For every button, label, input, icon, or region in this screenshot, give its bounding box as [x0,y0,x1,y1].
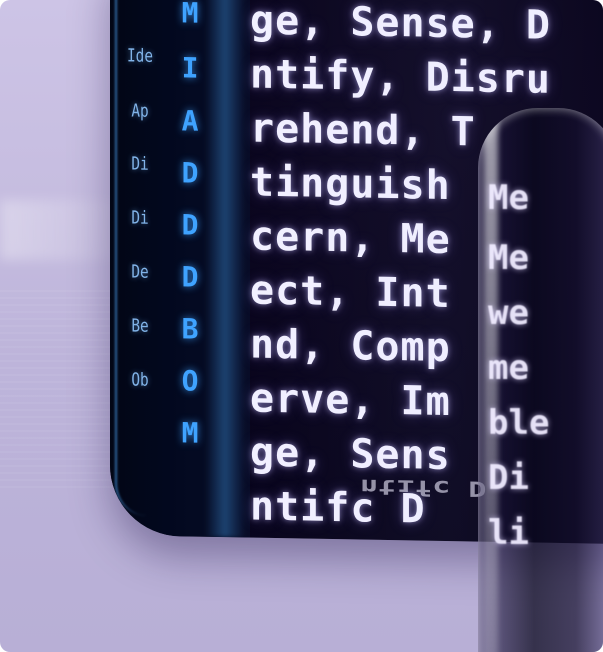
tiny-label: Ob [131,369,149,391]
code-line: ntifc D [250,483,426,533]
code-line: tinguish [250,159,451,210]
code-line: nd, Comp [250,321,451,372]
blue-letter-column: M I A D D D B O M [170,0,210,537]
column-letter: D [181,260,199,294]
code-line: cern, Me [250,213,451,264]
panel-edge-glow [115,0,147,516]
column-letter: M [181,0,199,30]
panel-ridge [205,0,245,538]
code-line: ect, Int [250,267,451,318]
rod-text: we [488,293,529,333]
column-letter: D [181,208,199,242]
tiny-label: Di [131,207,149,229]
rod-text: li [488,513,529,553]
rod-text: Di [488,458,529,498]
glass-rod: Me Me we me ble Di li [478,108,603,652]
tiny-label: Ap [131,100,149,122]
column-letter: I [181,51,199,85]
column-letter: A [181,104,199,138]
rod-text: me [488,348,529,388]
code-line: rehend, T [250,105,476,156]
tiny-label: Ide [126,45,153,67]
column-letter: O [181,364,199,398]
image-frame: Ide Ap Di Di De Be Ob M I A D D D B O M … [0,0,603,652]
code-line: ge, Sense, D [250,0,551,49]
tiny-text-column: Ide Ap Di Di De Be Ob [120,0,160,536]
column-letter: B [181,312,199,346]
tiny-label: Di [131,153,149,175]
code-line: ntify, Disru [250,51,551,103]
column-letter: M [181,416,199,450]
tiny-label: Be [131,315,149,337]
code-line: ge, Sens [250,429,451,480]
panel-left-column: Ide Ap Di Di De Be Ob M I A D D D B O M [110,0,250,538]
rod-text: Me [488,178,529,218]
column-letter: D [181,156,199,190]
rod-text: Me [488,238,529,278]
tiny-label: De [131,261,149,283]
rod-text: ble [488,403,550,443]
code-line: erve, Im [250,375,451,426]
